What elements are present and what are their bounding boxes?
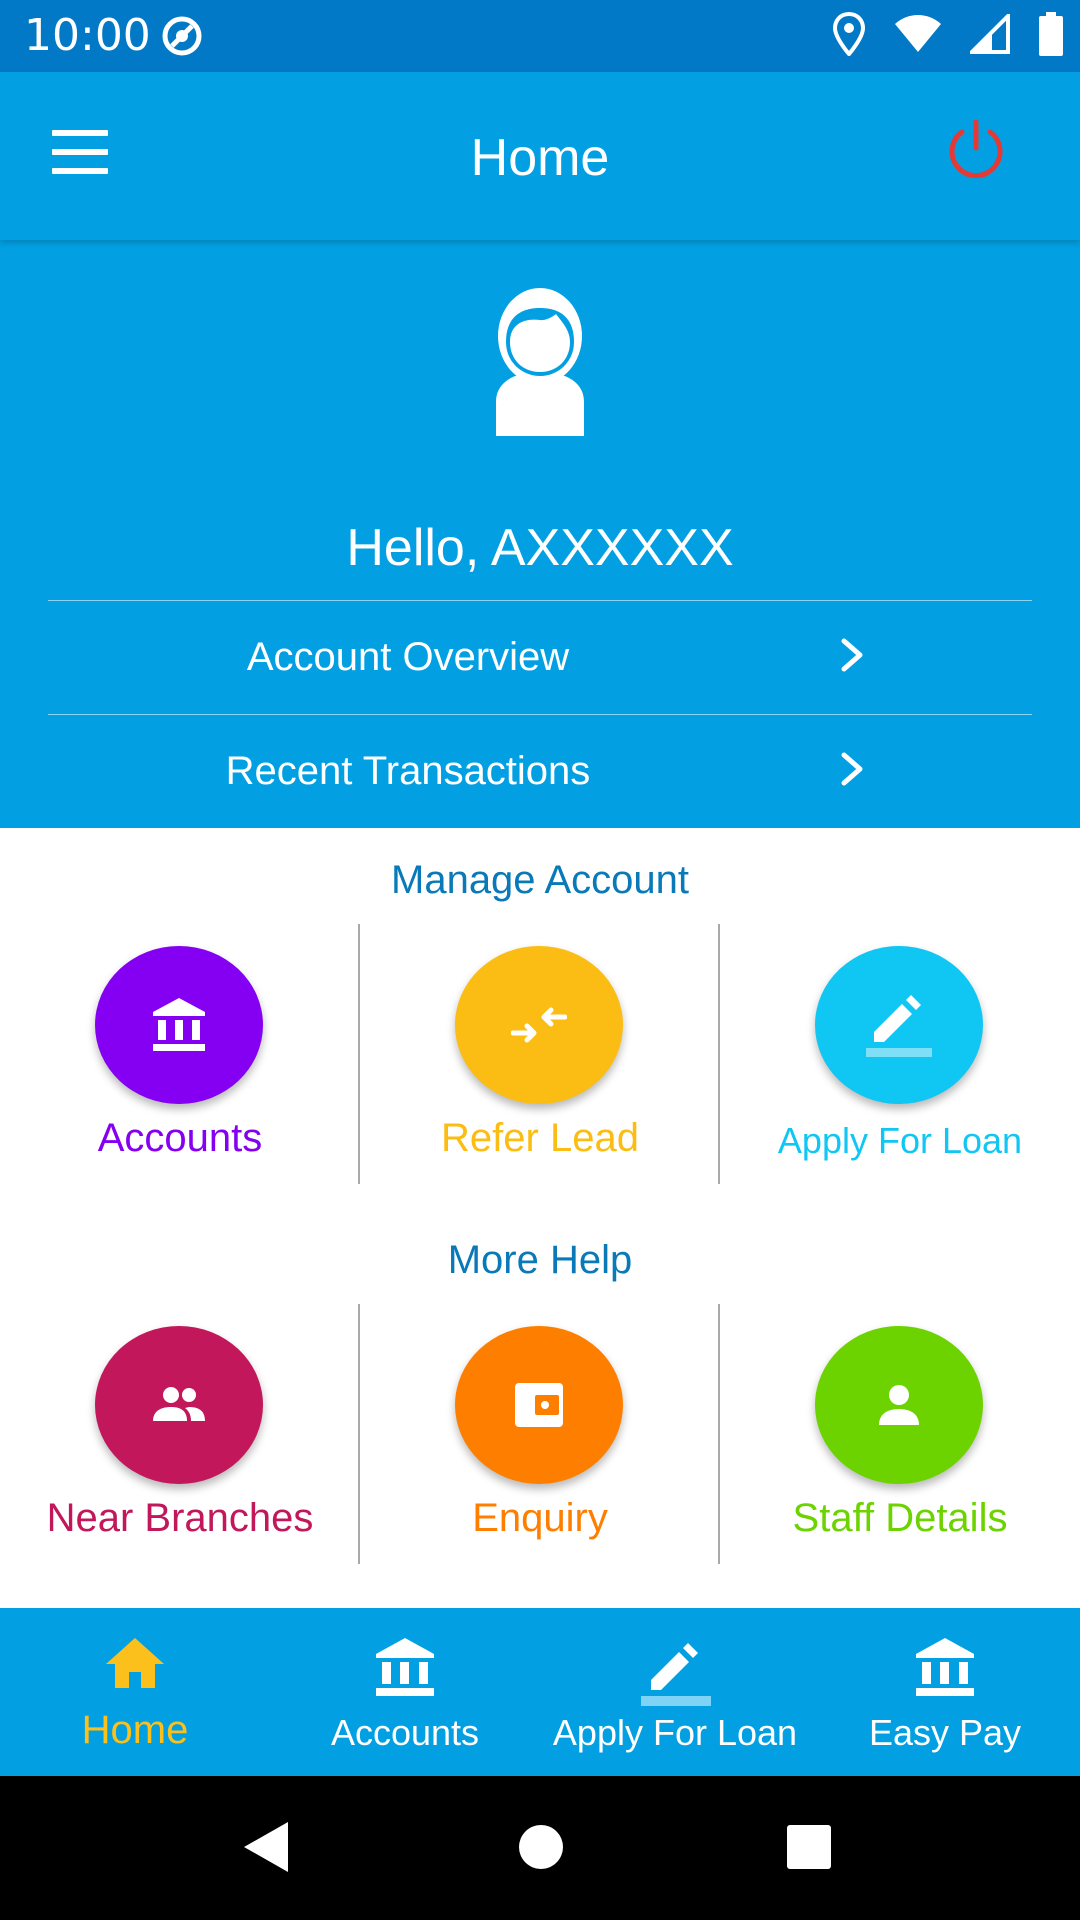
bank-icon <box>270 1636 540 1698</box>
manage-account-grid: Accounts Refer Lead Apply For Loan <box>0 924 1080 1184</box>
bottom-navigation: Home Accounts Apply For Loan Easy Pay <box>0 1608 1080 1776</box>
status-time: 10:00 <box>24 10 151 61</box>
accounts-tile[interactable]: Accounts <box>0 924 360 1184</box>
account-overview-link[interactable]: Account Overview <box>48 600 1032 712</box>
home-icon <box>0 1636 270 1690</box>
home-circle-icon[interactable] <box>518 1824 564 1875</box>
nav-easy-pay[interactable]: Easy Pay <box>810 1608 1080 1776</box>
bank-icon <box>810 1636 1080 1698</box>
nav-apply-for-loan[interactable]: Apply For Loan <box>540 1608 810 1776</box>
staff-details-tile[interactable]: Staff Details <box>720 1304 1080 1564</box>
bank-icon <box>95 946 263 1104</box>
apply-for-loan-label: Apply For Loan <box>777 1120 1023 1161</box>
refer-lead-tile[interactable]: Refer Lead <box>360 924 720 1184</box>
wifi-icon <box>894 14 942 59</box>
pencil-icon <box>540 1636 810 1708</box>
profile-section: Hello, AXXXXXX Account Overview Recent T… <box>0 240 1080 828</box>
system-navigation-bar <box>0 1776 1080 1920</box>
chevron-right-icon <box>838 749 868 794</box>
location-icon <box>832 11 866 61</box>
female-user-avatar-icon <box>470 286 610 438</box>
back-icon[interactable] <box>242 1820 290 1879</box>
apply-for-loan-tile[interactable]: Apply For Loan <box>720 924 1080 1184</box>
enquiry-label: Enquiry <box>472 1496 608 1540</box>
more-help-title: More Help <box>447 1238 633 1282</box>
sync-icon <box>160 14 204 63</box>
greeting-text: Hello, AXXXXXX <box>346 519 734 577</box>
near-branches-label: Near Branches <box>46 1496 314 1540</box>
recent-transactions-label: Recent Transactions <box>225 749 591 793</box>
chevron-right-icon <box>838 635 868 680</box>
recent-transactions-link[interactable]: Recent Transactions <box>48 714 1032 826</box>
nav-easy-pay-label: Easy Pay <box>868 1712 1022 1753</box>
nav-accounts[interactable]: Accounts <box>270 1608 540 1776</box>
battery-icon <box>1038 12 1064 61</box>
transfer-arrows-icon <box>455 946 623 1104</box>
power-icon[interactable] <box>942 116 1010 184</box>
accounts-label: Accounts <box>97 1116 263 1160</box>
signal-icon <box>967 11 1010 59</box>
nav-accounts-label: Accounts <box>330 1712 480 1753</box>
nav-home[interactable]: Home <box>0 1608 270 1776</box>
refer-lead-label: Refer Lead <box>441 1116 639 1160</box>
status-bar: 10:00 <box>0 0 1080 72</box>
nav-home-label: Home <box>81 1708 189 1752</box>
more-help-grid: Near Branches Enquiry Staff Details <box>0 1304 1080 1564</box>
people-icon <box>95 1326 263 1484</box>
recents-icon[interactable] <box>786 1824 832 1875</box>
staff-details-label: Staff Details <box>792 1496 1008 1540</box>
nav-apply-for-loan-label: Apply For Loan <box>552 1712 798 1753</box>
manage-account-title: Manage Account <box>391 858 689 902</box>
near-branches-tile[interactable]: Near Branches <box>0 1304 360 1564</box>
account-overview-label: Account Overview <box>246 635 570 679</box>
enquiry-tile[interactable]: Enquiry <box>360 1304 720 1564</box>
app-bar: Home <box>0 72 1080 240</box>
page-title: Home <box>470 129 610 187</box>
wallet-icon <box>455 1326 623 1484</box>
pencil-icon <box>815 946 983 1104</box>
person-icon <box>815 1326 983 1484</box>
